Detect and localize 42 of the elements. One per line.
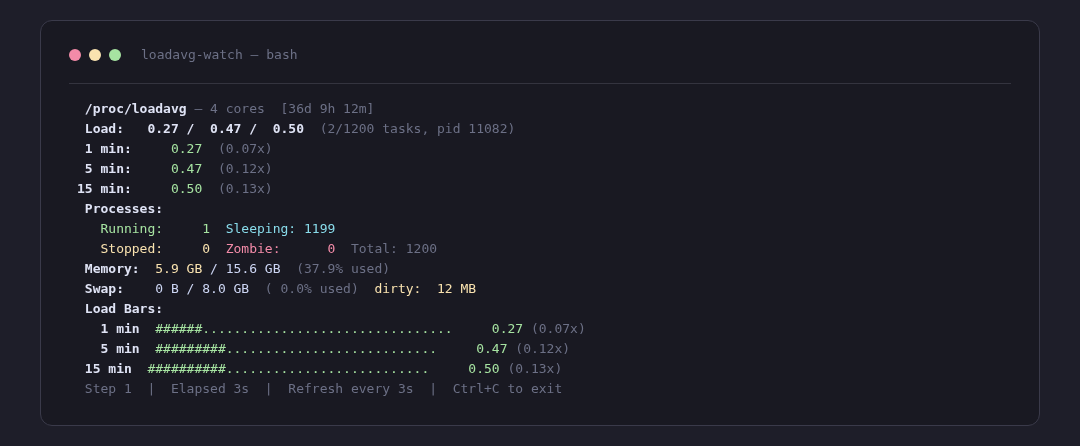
terminal-value: 0.47: [169, 161, 203, 176]
terminal-note: Total: 1200: [349, 241, 438, 256]
terminal-value: 5.9 GB: [154, 261, 203, 276]
terminal-note: (0.13x): [216, 181, 273, 196]
terminal-label: 5 min: [99, 341, 140, 356]
terminal-note: (2/1200 tasks, pid 11082): [318, 121, 516, 136]
terminal-label: Memory:: [83, 261, 140, 276]
terminal-value: ######................................ 0.27: [154, 321, 524, 336]
terminal-note: (0.12x): [514, 341, 571, 356]
terminal-label: Load: 0.27 / 0.47 / 0.50: [83, 121, 304, 136]
window-title: loadavg-watch — bash: [141, 47, 298, 63]
window-control-dot[interactable]: [109, 49, 121, 61]
terminal-note: (0.07x): [529, 321, 586, 336]
terminal-value: Sleeping: 1199: [224, 221, 336, 236]
terminal-note: Step 1 | Elapsed 3s | Refresh every 3s | Ctrl+C to exit: [83, 381, 563, 396]
terminal-note: — 4 cores [36d 9h 12m]: [193, 101, 375, 116]
terminal-value: 0.50: [169, 181, 203, 196]
terminal-label: Swap:: [83, 281, 124, 296]
terminal-value: 0 B / 8.0 GB: [154, 281, 250, 296]
terminal-label: 15 min: [83, 361, 132, 376]
terminal-note: ( 0.0% used): [263, 281, 359, 296]
window-control-dot[interactable]: [69, 49, 81, 61]
terminal-label: Processes:: [83, 201, 164, 216]
terminal-value: #########........................... 0.47: [154, 341, 508, 356]
terminal-value: dirty: 12 MB: [373, 281, 477, 296]
terminal-label: 1 min: [99, 321, 140, 336]
terminal-note: (37.9% used): [295, 261, 391, 276]
terminal-value: 0.27: [169, 141, 203, 156]
terminal-value: / 15.6 GB: [209, 261, 281, 276]
terminal-value: Running: 1: [99, 221, 211, 236]
terminal-label: /proc/loadavg: [83, 101, 187, 116]
terminal-note: (0.12x): [216, 161, 273, 176]
terminal-label: 5 min:: [83, 161, 132, 176]
terminal-note: (0.13x): [506, 361, 563, 376]
terminal-label: 15 min:: [77, 181, 132, 196]
terminal-value: Zombie: 0: [224, 241, 336, 256]
window-control-dot[interactable]: [89, 49, 101, 61]
terminal-value: ##########.......................... 0.50: [146, 361, 500, 376]
terminal-label: 1 min:: [83, 141, 132, 156]
terminal-label: Load Bars:: [83, 301, 164, 316]
terminal-value: Stopped: 0: [99, 241, 211, 256]
terminal-note: (0.07x): [216, 141, 273, 156]
